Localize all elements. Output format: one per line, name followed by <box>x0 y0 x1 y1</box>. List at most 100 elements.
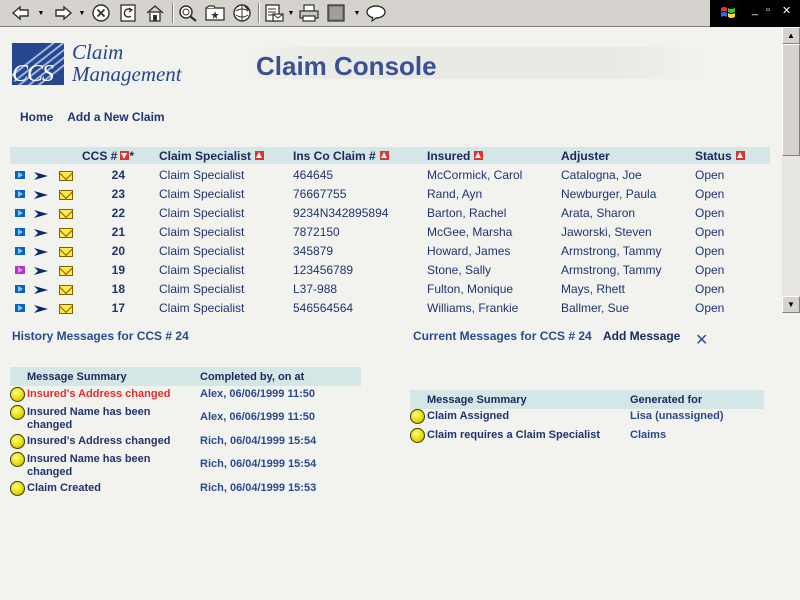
forward-icon[interactable] <box>50 3 76 23</box>
add-claim-link[interactable]: Add a New Claim <box>67 110 164 124</box>
go-arrow-icon[interactable] <box>34 286 48 294</box>
discuss-icon[interactable] <box>364 3 388 23</box>
cell-ccs[interactable]: 17 <box>85 301 125 315</box>
sort-desc-icon[interactable] <box>120 151 130 160</box>
view-claim-icon[interactable] <box>15 247 25 255</box>
col-ccs-label: CCS # <box>82 149 118 163</box>
edit-dropdown-icon[interactable]: ▼ <box>353 3 361 23</box>
view-claim-icon[interactable] <box>15 266 25 274</box>
envelope-icon[interactable] <box>59 304 73 314</box>
go-arrow-icon[interactable] <box>34 267 48 275</box>
browser-toolbar: ▼ ▼ ▼ ▼ _ ▫ ✕ <box>0 0 800 27</box>
close-icon[interactable]: ✕ <box>695 330 708 350</box>
col-adjuster[interactable]: Adjuster <box>561 149 610 163</box>
cell-specialist[interactable]: Claim Specialist <box>159 225 244 239</box>
go-arrow-icon[interactable] <box>34 305 48 313</box>
cell-specialist[interactable]: Claim Specialist <box>159 263 244 277</box>
view-claim-icon[interactable] <box>15 228 25 236</box>
cell-ccs[interactable]: 23 <box>85 187 125 201</box>
close-window-icon[interactable]: ✕ <box>782 4 791 17</box>
history-summary[interactable]: Insured Name has been changed <box>27 406 192 432</box>
go-arrow-icon[interactable] <box>34 172 48 180</box>
col-ccs[interactable]: CCS # * <box>82 149 134 163</box>
history-summary[interactable]: Insured's Address changed <box>27 388 192 401</box>
home-icon[interactable] <box>144 3 166 23</box>
go-arrow-icon[interactable] <box>34 248 48 256</box>
cell-specialist[interactable]: Claim Specialist <box>159 244 244 258</box>
stop-icon[interactable] <box>90 3 112 23</box>
envelope-icon[interactable] <box>59 171 73 181</box>
mail-icon[interactable] <box>263 3 285 23</box>
current-summary[interactable]: Claim requires a Claim Specialist <box>427 429 600 442</box>
cell-specialist[interactable]: Claim Specialist <box>159 282 244 296</box>
cell-ccs[interactable]: 24 <box>85 168 125 182</box>
restore-icon[interactable]: ▫ <box>766 4 770 16</box>
search-icon[interactable] <box>177 3 199 23</box>
minimize-icon[interactable]: _ <box>752 4 758 16</box>
cell-insured: Williams, Frankie <box>427 301 519 315</box>
col-ins-claim[interactable]: Ins Co Claim # <box>293 149 389 163</box>
back-icon[interactable] <box>8 3 34 23</box>
scroll-down-icon[interactable]: ▼ <box>782 296 800 313</box>
cell-ins-claim: 7872150 <box>293 225 340 239</box>
cell-ins-claim: 345879 <box>293 244 334 258</box>
print-icon[interactable] <box>298 3 320 23</box>
add-message-link[interactable]: Add Message <box>603 329 680 343</box>
history-icon[interactable] <box>231 3 253 23</box>
envelope-icon[interactable] <box>59 190 73 200</box>
toolbar-separator <box>258 3 260 23</box>
vertical-scrollbar[interactable]: ▲ ▼ <box>782 27 800 313</box>
history-summary[interactable]: Insured Name has been changed <box>27 453 192 479</box>
envelope-icon[interactable] <box>59 285 73 295</box>
view-claim-icon[interactable] <box>15 285 25 293</box>
col-star: * <box>129 149 135 163</box>
view-claim-icon[interactable] <box>15 304 25 312</box>
view-claim-icon[interactable] <box>15 209 25 217</box>
scroll-up-icon[interactable]: ▲ <box>782 27 800 44</box>
cell-insured: Barton, Rachel <box>427 206 507 220</box>
sort-asc-icon[interactable] <box>379 151 389 160</box>
view-claim-icon[interactable] <box>15 171 25 179</box>
sort-asc-icon[interactable] <box>474 151 484 160</box>
favorites-icon[interactable] <box>204 3 226 23</box>
history-summary[interactable]: Insured's Address changed <box>27 435 192 448</box>
cell-ins-claim: 76667755 <box>293 187 347 201</box>
table-row: 24 Claim Specialist 464645 McCormick, Carol… <box>10 166 770 185</box>
cell-insured: Howard, James <box>427 244 511 258</box>
sort-asc-icon[interactable] <box>255 151 265 160</box>
history-summary[interactable]: Claim Created <box>27 482 192 495</box>
cell-insured: McGee, Marsha <box>427 225 513 239</box>
cell-ccs[interactable]: 20 <box>85 244 125 258</box>
cell-specialist[interactable]: Claim Specialist <box>159 206 244 220</box>
envelope-icon[interactable] <box>59 228 73 238</box>
col-insured[interactable]: Insured <box>427 149 484 163</box>
view-claim-icon[interactable] <box>15 190 25 198</box>
edit-icon[interactable] <box>325 3 347 23</box>
cell-ccs[interactable]: 21 <box>85 225 125 239</box>
go-arrow-icon[interactable] <box>34 210 48 218</box>
back-dropdown-icon[interactable]: ▼ <box>37 3 45 23</box>
home-link[interactable]: Home <box>20 110 53 124</box>
cell-ccs[interactable]: 19 <box>85 263 125 277</box>
refresh-icon[interactable] <box>117 3 139 23</box>
go-arrow-icon[interactable] <box>34 229 48 237</box>
col-specialist[interactable]: Claim Specialist <box>159 149 265 163</box>
cell-ccs[interactable]: 18 <box>85 282 125 296</box>
sort-asc-icon[interactable] <box>735 151 745 160</box>
history-completed-by: Rich, 06/04/1999 15:53 <box>200 482 317 494</box>
forward-dropdown-icon[interactable]: ▼ <box>78 3 86 23</box>
cell-ccs[interactable]: 22 <box>85 206 125 220</box>
cell-specialist[interactable]: Claim Specialist <box>159 168 244 182</box>
go-arrow-icon[interactable] <box>34 191 48 199</box>
current-col-summary: Message Summary <box>427 394 527 406</box>
envelope-icon[interactable] <box>59 266 73 276</box>
cell-specialist[interactable]: Claim Specialist <box>159 301 244 315</box>
envelope-icon[interactable] <box>59 209 73 219</box>
current-summary[interactable]: Claim Assigned <box>427 410 509 423</box>
mail-dropdown-icon[interactable]: ▼ <box>287 3 295 23</box>
envelope-icon[interactable] <box>59 247 73 257</box>
message-bullet-icon <box>10 387 25 402</box>
scrollbar-thumb[interactable] <box>782 44 800 156</box>
col-status[interactable]: Status <box>695 149 745 163</box>
cell-specialist[interactable]: Claim Specialist <box>159 187 244 201</box>
